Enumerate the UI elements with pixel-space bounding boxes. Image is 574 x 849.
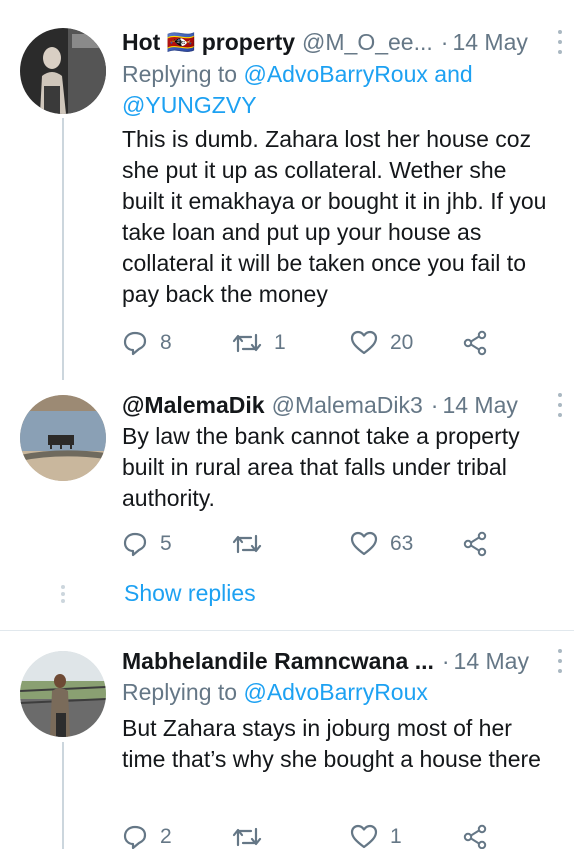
tweet[interactable]: Hot 🇸🇿 property @M_O_ee... · 14 May Repl… bbox=[0, 22, 574, 362]
divider bbox=[0, 630, 574, 631]
tweet-actions: 2 1 bbox=[122, 821, 522, 849]
timestamp[interactable]: 14 May bbox=[452, 29, 527, 56]
share-icon bbox=[463, 824, 487, 849]
like-icon bbox=[350, 824, 378, 849]
like-icon bbox=[350, 531, 378, 556]
tweet[interactable]: @MalemaDik @MalemaDik3 · 14 May By law t… bbox=[0, 385, 574, 585]
like-button[interactable]: 63 bbox=[350, 528, 413, 560]
show-replies-link[interactable]: Show replies bbox=[124, 580, 256, 607]
retweet-button[interactable] bbox=[232, 528, 274, 560]
reply-count: 5 bbox=[160, 532, 172, 555]
replying-prefix: Replying to bbox=[122, 679, 244, 705]
handle[interactable]: @MalemaDik3 bbox=[272, 392, 423, 419]
tweet[interactable]: Mabhelandile Ramncwana ... · 14 May Repl… bbox=[0, 641, 574, 849]
avatar[interactable] bbox=[20, 28, 106, 114]
replying-to: Replying to @AdvoBarryRoux bbox=[122, 677, 554, 708]
replying-prefix: Replying to bbox=[122, 61, 244, 87]
like-count: 63 bbox=[390, 532, 414, 555]
mention-link[interactable]: @AdvoBarryRoux bbox=[243, 679, 427, 705]
share-button[interactable] bbox=[462, 821, 488, 849]
like-icon bbox=[350, 330, 378, 355]
tweet-text: By law the bank cannot take a property b… bbox=[122, 423, 520, 511]
share-button[interactable] bbox=[462, 528, 488, 560]
reply-button[interactable]: 5 bbox=[122, 528, 172, 560]
retweet-button[interactable] bbox=[232, 821, 274, 849]
display-name[interactable]: Mabhelandile Ramncwana ... bbox=[122, 648, 434, 675]
avatar[interactable] bbox=[20, 651, 106, 737]
timestamp[interactable]: 14 May bbox=[442, 392, 517, 419]
handle[interactable]: @M_O_ee... bbox=[302, 29, 433, 56]
tweet-actions: 8 1 20 bbox=[122, 327, 522, 359]
reply-icon bbox=[123, 331, 147, 356]
like-count: 20 bbox=[390, 331, 414, 354]
tweet-text: But Zahara stays in joburg most of her t… bbox=[122, 715, 541, 772]
retweet-button[interactable]: 1 bbox=[232, 327, 286, 359]
more-icon[interactable] bbox=[556, 393, 564, 417]
separator-dot: · bbox=[441, 647, 450, 674]
timestamp[interactable]: 14 May bbox=[454, 648, 529, 675]
retweet-icon bbox=[232, 534, 262, 554]
more-icon[interactable] bbox=[556, 30, 564, 54]
like-button[interactable]: 1 bbox=[350, 821, 402, 849]
replying-to: Replying to @AdvoBarryRoux and @YUNGZVY bbox=[122, 59, 554, 121]
avatar[interactable] bbox=[20, 395, 106, 481]
retweet-icon bbox=[232, 827, 262, 847]
retweet-count: 1 bbox=[274, 331, 286, 354]
separator-dot: · bbox=[440, 28, 449, 55]
share-button[interactable] bbox=[462, 327, 488, 359]
reply-count: 8 bbox=[160, 331, 172, 354]
share-icon bbox=[463, 531, 487, 557]
like-count: 1 bbox=[390, 825, 402, 848]
display-name[interactable]: @MalemaDik bbox=[122, 392, 265, 419]
reply-icon bbox=[123, 532, 147, 557]
separator-dot: · bbox=[430, 391, 439, 418]
display-name[interactable]: Hot 🇸🇿 property bbox=[122, 29, 295, 56]
like-button[interactable]: 20 bbox=[350, 327, 413, 359]
retweet-icon bbox=[232, 333, 262, 353]
tweet-text: This is dumb. Zahara lost her house coz … bbox=[122, 126, 547, 307]
thread-gap-dots bbox=[61, 585, 65, 605]
reply-button[interactable]: 2 bbox=[122, 821, 172, 849]
tweet-actions: 5 63 bbox=[122, 528, 522, 560]
more-icon[interactable] bbox=[556, 649, 564, 673]
reply-count: 2 bbox=[160, 825, 172, 848]
share-icon bbox=[463, 330, 487, 356]
reply-icon bbox=[123, 825, 147, 849]
reply-button[interactable]: 8 bbox=[122, 327, 172, 359]
